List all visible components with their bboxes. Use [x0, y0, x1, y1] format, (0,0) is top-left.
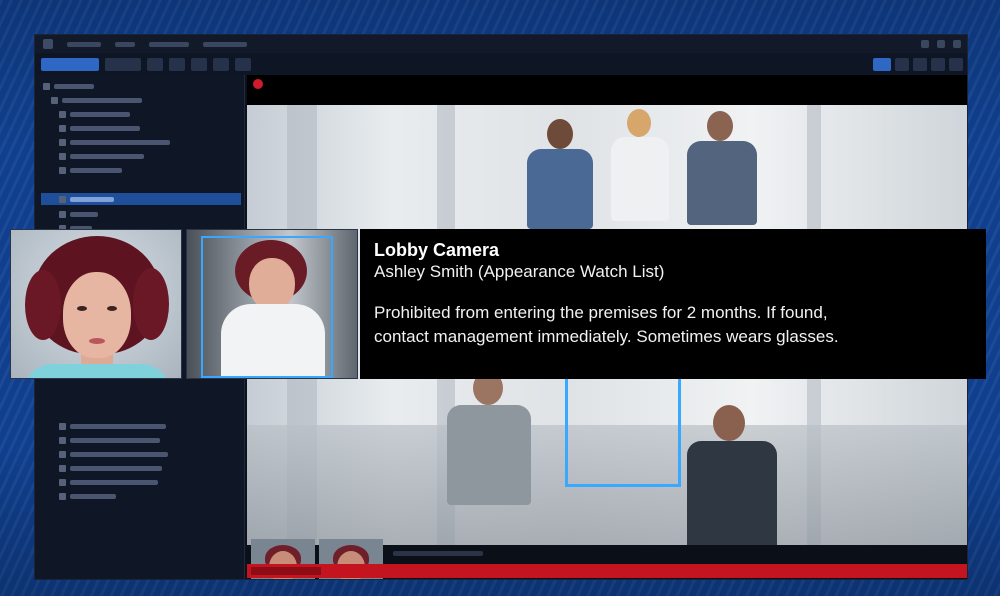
alert-note: Prohibited from entering the premises fo…: [374, 301, 972, 349]
toolbar-layout-icon[interactable]: [169, 57, 185, 71]
camera-icon: [59, 138, 66, 146]
tree-item-label: [54, 83, 94, 89]
toolbar-grid-icon[interactable]: [191, 57, 207, 71]
camera-icon: [59, 450, 66, 458]
camera-icon: [59, 195, 66, 203]
tree-item[interactable]: [59, 151, 144, 161]
camera-icon: [59, 492, 66, 500]
alert-note-line: Prohibited from entering the premises fo…: [374, 303, 828, 322]
camera-icon: [59, 436, 66, 444]
fullscreen-icon[interactable]: [949, 57, 963, 71]
tree-item[interactable]: [59, 165, 122, 175]
camera-icon: [59, 478, 66, 486]
menu-bar: [35, 35, 967, 53]
tree-item[interactable]: [59, 421, 166, 431]
toolbar-right-group: [873, 57, 967, 71]
toolbar-playback-button[interactable]: [105, 57, 141, 71]
alert-person-name: Ashley Smith (Appearance Watch List): [374, 262, 665, 281]
tree-item[interactable]: [59, 123, 140, 133]
tree-item[interactable]: [59, 109, 130, 119]
lips: [89, 338, 105, 344]
tree-item-label: [70, 167, 122, 173]
alert-info-panel: Lobby Camera Ashley Smith (Appearance Wa…: [360, 229, 986, 379]
tree-item-label: [70, 139, 170, 145]
tree-item-label: [70, 423, 166, 429]
tree-item-label: [70, 153, 144, 159]
menu-item-3[interactable]: [149, 41, 189, 47]
tree-item[interactable]: [59, 137, 170, 147]
view-single-icon[interactable]: [873, 57, 891, 71]
camera-icon: [59, 124, 66, 132]
toolbar-live-button[interactable]: [41, 57, 99, 71]
alert-note-line: contact management immediately. Sometime…: [374, 327, 839, 346]
camera-icon: [59, 464, 66, 472]
tree-item-selected[interactable]: [41, 193, 241, 205]
tree-item-label: [70, 465, 162, 471]
tree-item[interactable]: [51, 95, 142, 105]
tree-item[interactable]: [59, 477, 158, 487]
tree-item[interactable]: [59, 209, 98, 219]
tree-item-label: [70, 211, 98, 217]
tree-item[interactable]: [59, 435, 160, 445]
tree-item-label: [70, 111, 130, 117]
face-match-frame: [201, 236, 333, 378]
tree-item-label: [70, 125, 140, 131]
tree-item-label: [70, 479, 158, 485]
toolbar: [35, 53, 967, 75]
toolbar-settings-icon[interactable]: [235, 57, 251, 71]
app-logo-icon: [43, 39, 53, 49]
menu-item-1[interactable]: [67, 41, 101, 47]
tree-item-label: [70, 493, 116, 499]
folder-icon: [43, 82, 50, 90]
view-nine-icon[interactable]: [913, 57, 927, 71]
menu-item-2[interactable]: [115, 41, 135, 47]
tree-item-label: [70, 437, 160, 443]
camera-icon: [59, 110, 66, 118]
watchlist-reference-photo: [10, 229, 182, 379]
event-info-line: [393, 551, 483, 556]
minimize-icon[interactable]: [921, 40, 929, 48]
menu-item-4[interactable]: [203, 41, 247, 47]
tree-item[interactable]: [43, 81, 94, 91]
tree-item[interactable]: [59, 463, 162, 473]
window-controls: [921, 40, 967, 48]
toolbar-export-icon[interactable]: [213, 57, 229, 71]
camera-icon: [59, 152, 66, 160]
view-sixteen-icon[interactable]: [931, 57, 945, 71]
alert-status-bar[interactable]: [247, 564, 967, 578]
tree-item-label: [62, 97, 142, 103]
alert-camera-name: Lobby Camera: [374, 240, 500, 260]
camera-icon: [59, 422, 66, 430]
tree-item-label: [70, 196, 114, 202]
tree-item[interactable]: [59, 449, 168, 459]
live-capture-photo: [186, 229, 358, 379]
tree-item[interactable]: [59, 491, 116, 501]
toolbar-camera-icon[interactable]: [147, 57, 163, 71]
tree-item-label: [70, 451, 168, 457]
alert-status-tag: [251, 567, 321, 575]
record-indicator-icon: [253, 79, 263, 89]
view-quad-icon[interactable]: [895, 57, 909, 71]
camera-icon: [59, 166, 66, 174]
server-icon: [51, 96, 58, 104]
maximize-icon[interactable]: [937, 40, 945, 48]
eye: [77, 306, 87, 311]
close-icon[interactable]: [953, 40, 961, 48]
camera-icon: [59, 210, 66, 218]
eye: [107, 306, 117, 311]
face-detection-box[interactable]: [565, 375, 681, 487]
